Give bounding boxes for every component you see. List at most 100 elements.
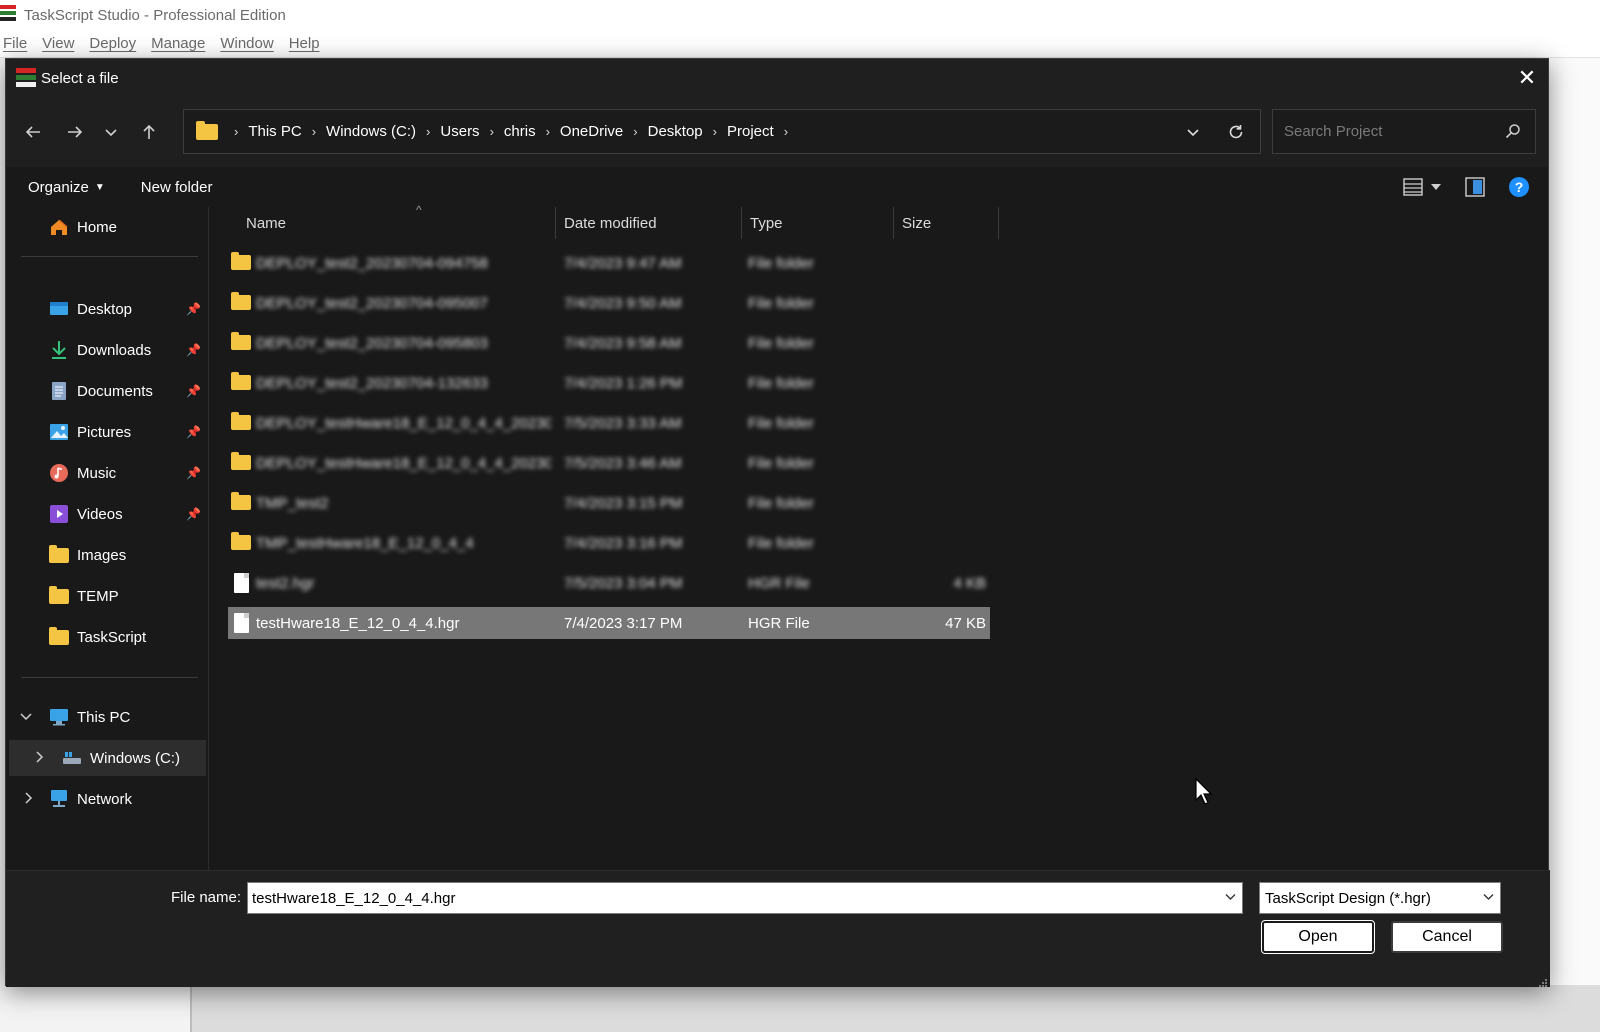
column-divider[interactable]: [741, 207, 742, 239]
file-row[interactable]: TMP_test2 7/4/2023 3:15 PM File folder: [228, 487, 990, 519]
menu-window[interactable]: Window: [220, 35, 273, 52]
breadcrumb-users[interactable]: Users: [440, 123, 479, 140]
menu-manage[interactable]: Manage: [151, 35, 205, 52]
menu-deploy[interactable]: Deploy: [89, 35, 136, 52]
pin-icon[interactable]: 📌: [186, 425, 201, 439]
sidebar-item-desktop[interactable]: Desktop 📌: [6, 291, 209, 327]
view-options-icon[interactable]: [1399, 173, 1427, 201]
sidebar-item-documents[interactable]: Documents 📌: [6, 373, 209, 409]
app-titlebar: TaskScript Studio - Professional Edition: [0, 0, 1600, 30]
breadcrumb-desktop[interactable]: Desktop: [648, 123, 703, 140]
breadcrumb: › This PC › Windows (C:) › Users › chris…: [234, 123, 789, 140]
file-row[interactable]: DEPLOY_testHware18_E_12_0_4_4_202307... …: [228, 407, 990, 439]
sidebar-item-videos[interactable]: Videos 📌: [6, 496, 209, 532]
chevron-down-icon[interactable]: [1224, 890, 1237, 906]
address-bar[interactable]: › This PC › Windows (C:) › Users › chris…: [183, 109, 1261, 154]
resize-grip-icon[interactable]: [1538, 975, 1548, 987]
sidebar-item-music[interactable]: Music 📌: [6, 455, 209, 491]
refresh-icon[interactable]: [1224, 120, 1248, 144]
file-row[interactable]: test2.hgr 7/5/2023 3:04 PM HGR File 4 KB: [228, 567, 990, 599]
sort-ascending-icon: ^: [416, 203, 422, 217]
sidebar-item-images[interactable]: Images: [6, 537, 209, 573]
sidebar-item-label: Pictures: [77, 423, 132, 441]
arrow-left-icon[interactable]: [18, 117, 48, 147]
home-icon: [49, 217, 69, 237]
navigation-pane: Home Desktop 📌 Downloads 📌 Documents 📌 P…: [6, 207, 209, 870]
organize-button[interactable]: Organize ▼: [28, 179, 105, 196]
sidebar-item-downloads[interactable]: Downloads 📌: [6, 332, 209, 368]
column-header-type[interactable]: Type: [750, 207, 783, 239]
file-row-selected[interactable]: testHware18_E_12_0_4_4.hgr 7/4/2023 3:17…: [228, 607, 990, 639]
help-icon[interactable]: ?: [1505, 173, 1533, 201]
pin-icon[interactable]: 📌: [186, 384, 201, 398]
file-date: 7/4/2023 9:50 AM: [564, 294, 682, 312]
view-dropdown-icon[interactable]: [1427, 173, 1445, 201]
file-date: 7/5/2023 3:46 AM: [564, 454, 682, 472]
breadcrumb-this-pc[interactable]: This PC: [248, 123, 301, 140]
preview-pane-icon[interactable]: [1461, 173, 1489, 201]
breadcrumb-windows-c[interactable]: Windows (C:): [326, 123, 416, 140]
file-type: File folder: [748, 254, 814, 272]
file-name-input[interactable]: [252, 889, 1192, 907]
file-row[interactable]: DEPLOY_test2_20230704-132633 7/4/2023 1:…: [228, 367, 990, 399]
search-icon[interactable]: [1505, 123, 1521, 139]
column-header-name[interactable]: Name ^: [246, 203, 551, 239]
documents-icon: [49, 381, 69, 401]
file-name: DEPLOY_test2_20230704-094758: [256, 254, 488, 272]
breadcrumb-project[interactable]: Project: [727, 123, 774, 140]
address-dropdown-icon[interactable]: [1181, 120, 1205, 144]
chevron-down-icon[interactable]: [96, 117, 126, 147]
sidebar-item-taskscript[interactable]: TaskScript: [6, 619, 209, 655]
pin-icon[interactable]: 📌: [186, 507, 201, 521]
breadcrumb-onedrive[interactable]: OneDrive: [560, 123, 623, 140]
sidebar-item-label: TEMP: [77, 587, 119, 605]
sidebar-item-this-pc[interactable]: This PC: [6, 699, 209, 735]
file-size: 4 KB: [953, 574, 986, 592]
chevron-right-icon[interactable]: [22, 791, 34, 807]
pin-icon[interactable]: 📌: [186, 466, 201, 480]
chevron-right-icon[interactable]: [33, 750, 45, 766]
search-input[interactable]: [1284, 123, 1484, 140]
search-box[interactable]: [1272, 109, 1536, 154]
folder-icon: [231, 452, 251, 470]
file-size: 47 KB: [945, 614, 986, 632]
file-type: File folder: [748, 294, 814, 312]
file-type: HGR File: [748, 574, 810, 592]
pin-icon[interactable]: 📌: [186, 302, 201, 316]
menu-file[interactable]: File: [3, 35, 27, 52]
file-row[interactable]: DEPLOY_test2_20230704-095007 7/4/2023 9:…: [228, 287, 990, 319]
file-type-filter-select[interactable]: TaskScript Design (*.hgr): [1259, 882, 1501, 914]
cancel-button[interactable]: Cancel: [1391, 921, 1503, 953]
chevron-down-icon[interactable]: [20, 710, 32, 725]
file-row[interactable]: DEPLOY_test2_20230704-095803 7/4/2023 9:…: [228, 327, 990, 359]
file-date: 7/4/2023 9:58 AM: [564, 334, 682, 352]
arrow-up-icon[interactable]: [134, 117, 164, 147]
menu-help[interactable]: Help: [289, 35, 320, 52]
organize-label: Organize: [28, 178, 89, 196]
sidebar-item-label: Windows (C:): [90, 749, 181, 767]
breadcrumb-chris[interactable]: chris: [504, 123, 536, 140]
column-header-size[interactable]: Size: [902, 207, 931, 239]
sidebar-item-windows-c[interactable]: Windows (C:): [9, 740, 206, 776]
column-divider[interactable]: [555, 207, 556, 239]
file-row[interactable]: DEPLOY_test2_20230704-094758 7/4/2023 9:…: [228, 247, 990, 279]
sidebar-item-pictures[interactable]: Pictures 📌: [6, 414, 209, 450]
column-divider[interactable]: [998, 207, 999, 239]
file-name: DEPLOY_testHware18_E_12_0_4_4_202307...: [256, 454, 551, 472]
sidebar-item-network[interactable]: Network: [6, 781, 209, 817]
column-header-date[interactable]: Date modified: [564, 207, 657, 239]
chevron-down-icon[interactable]: [1482, 890, 1495, 906]
pin-icon[interactable]: 📌: [186, 343, 201, 357]
column-divider[interactable]: [893, 207, 894, 239]
close-icon[interactable]: ✕: [1512, 63, 1542, 93]
arrow-right-icon[interactable]: [60, 117, 90, 147]
open-button[interactable]: Open: [1261, 920, 1375, 954]
new-folder-button[interactable]: New folder: [141, 179, 213, 196]
menu-view[interactable]: View: [42, 35, 74, 52]
file-row[interactable]: DEPLOY_testHware18_E_12_0_4_4_202307... …: [228, 447, 990, 479]
file-name-combobox[interactable]: [247, 882, 1243, 914]
sidebar-item-home[interactable]: Home: [6, 209, 209, 245]
file-row[interactable]: TMP_testHware18_E_12_0_4_4 7/4/2023 3:16…: [228, 527, 990, 559]
file-type-filter-value: TaskScript Design (*.hgr): [1265, 889, 1431, 907]
sidebar-item-temp[interactable]: TEMP: [6, 578, 209, 614]
